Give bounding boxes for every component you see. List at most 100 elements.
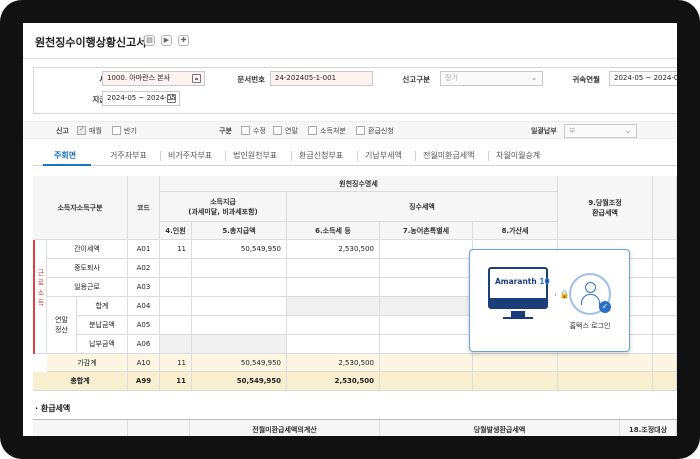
cell-income-tax: 2,530,500 (287, 354, 380, 372)
cell-people[interactable] (160, 259, 192, 278)
report-type-select[interactable]: 정기 ⌄ (440, 71, 543, 86)
tab-divider (160, 151, 161, 161)
cell-total[interactable] (192, 335, 287, 354)
cell-people: 11 (160, 372, 192, 391)
cell-total[interactable] (192, 259, 287, 278)
tab-divider (488, 151, 489, 161)
cell-rural[interactable] (380, 240, 473, 259)
cell-total[interactable] (192, 316, 287, 335)
checkbox-yearend[interactable] (273, 126, 282, 135)
checkbox-monthly[interactable] (77, 125, 86, 135)
tab-main[interactable]: 주회면 (54, 150, 76, 161)
row-name: 분납금액 (77, 316, 128, 335)
monitor-bezel (490, 298, 546, 307)
belong-month-value: 2024-05 ~ 2024-05 (614, 74, 677, 82)
cell-people: 11 (160, 354, 192, 372)
brand-name: Amaranth (495, 277, 537, 286)
hometax-login-popup[interactable]: Amaranth 10 ‹ 🔒 › ✓ 홈택스 로그인 (469, 249, 630, 352)
lump-value: 부 (569, 127, 576, 135)
checkbox-half[interactable] (112, 126, 121, 135)
refund-header-prev: 전월미환급세액의계산 (190, 420, 380, 436)
cell-total[interactable]: 50,549,950 (192, 240, 287, 259)
business-field[interactable]: 1000. 아마란스 본사 (102, 71, 205, 86)
cell-people[interactable] (160, 278, 192, 297)
checkbox-yearend-label: 연말 (285, 127, 298, 135)
monitor-base (503, 317, 533, 319)
chevron-down-icon: ⌄ (625, 127, 631, 135)
cell-income-tax[interactable] (287, 316, 380, 335)
subgroup-label-text: 연말정산 (55, 316, 68, 334)
header-code: 코드 (128, 176, 160, 240)
cell-people[interactable] (160, 297, 192, 316)
cell-rural[interactable] (380, 316, 473, 335)
business-value: 1000. 아마란스 본사 (107, 74, 171, 82)
tab-resident[interactable]: 거주자부표 (110, 150, 147, 161)
report-type-label: 신고구분 (402, 75, 430, 84)
brand-suffix: 10 (539, 277, 550, 286)
belong-month-field[interactable]: 2024-05 ~ 2024-05 (609, 71, 677, 86)
row-name: 총합계 (33, 372, 128, 391)
row-code: A03 (128, 278, 160, 297)
header-income-pay: 소득지급 (과세미달, 비과세포함) (160, 192, 287, 222)
tab-bar: 주회면 거주자부표 비거주자부표 법인원천부표 환급신청부표 기납부세액 전월미… (33, 146, 677, 166)
user-login-icon[interactable]: ✓ (569, 273, 611, 315)
cell-add (473, 354, 558, 372)
tab-corporate[interactable]: 법인원천부표 (233, 150, 277, 161)
cell-extra (653, 354, 677, 372)
lookup-icon[interactable] (192, 74, 201, 83)
row-code: A06 (128, 335, 160, 354)
checkbox-monthly-label: 매월 (89, 127, 102, 135)
group-label: 근로소득 (37, 269, 45, 307)
pay-month-field[interactable]: 2024-05 ~ 2024-05 (102, 91, 180, 106)
cell-income-tax[interactable] (287, 278, 380, 297)
cell-people[interactable]: 11 (160, 240, 192, 259)
cell-income-tax[interactable] (287, 297, 380, 316)
cell-total[interactable] (192, 297, 287, 316)
header-total: 5.총지급액 (192, 222, 287, 240)
tab-paid[interactable]: 기납부세액 (365, 150, 402, 161)
doc-no-field[interactable]: 24-202405-1-001 (270, 71, 373, 86)
report-type-value: 정기 (445, 74, 458, 82)
cell-people[interactable] (160, 316, 192, 335)
cell-income-tax[interactable] (287, 259, 380, 278)
checkbox-half-label: 반기 (124, 127, 137, 135)
cell-rural[interactable] (380, 297, 473, 316)
option-bar: 신고 매월 반기 구분 수정 연말 소득처분 환급신청 일괄납부 부 ⌄ (23, 121, 677, 139)
cell-rural[interactable] (380, 278, 473, 297)
cell-people[interactable] (160, 335, 192, 354)
tab-prev-refund[interactable]: 전월미환급세액 (423, 150, 475, 161)
calendar-icon[interactable] (167, 94, 176, 103)
header-adjust: 9.당월조정 환급세액 (558, 176, 653, 240)
lump-label: 일괄납부 (531, 127, 557, 135)
cell-rural[interactable] (380, 335, 473, 354)
cell-total[interactable] (192, 278, 287, 297)
pay-month-value: 2024-05 ~ 2024-05 (107, 94, 176, 102)
cell-adjust (558, 354, 653, 372)
tab-nonresident[interactable]: 비거주자부표 (168, 150, 212, 161)
checkbox-modify[interactable] (241, 126, 250, 135)
cell-income-tax[interactable]: 2,530,500 (287, 240, 380, 259)
cell-rural[interactable] (380, 259, 473, 278)
checkbox-disposal[interactable] (308, 126, 317, 135)
lump-select[interactable]: 부 ⌄ (564, 124, 637, 138)
row-name: 합계 (77, 297, 128, 316)
doc-no-value: 24-202405-1-001 (275, 74, 337, 82)
hometax-login-label[interactable]: 홈택스 로그인 (565, 321, 615, 331)
page-title: 원천징수이행상황신고서 (35, 36, 147, 49)
checkbox-modify-label: 수정 (253, 127, 266, 135)
refund-title-text: 환급세액 (40, 404, 71, 413)
tab-divider (291, 151, 292, 161)
cell-income-tax[interactable] (287, 335, 380, 354)
settings-icon[interactable]: ✚ (178, 35, 189, 46)
print-icon[interactable]: ▤ (144, 35, 155, 46)
tab-carryover[interactable]: 차월이월승계 (496, 150, 540, 161)
checkbox-refund[interactable] (356, 126, 365, 135)
header-adjust-title: 9.당월조정 (588, 198, 622, 207)
group-marker (33, 240, 35, 354)
cell-extra (653, 259, 677, 278)
cell-extra (653, 297, 677, 316)
tab-divider (357, 151, 358, 161)
video-icon[interactable]: ▶ (161, 35, 172, 46)
row-name: 가감계 (47, 354, 128, 372)
tab-refund[interactable]: 환급신청부표 (299, 150, 343, 161)
